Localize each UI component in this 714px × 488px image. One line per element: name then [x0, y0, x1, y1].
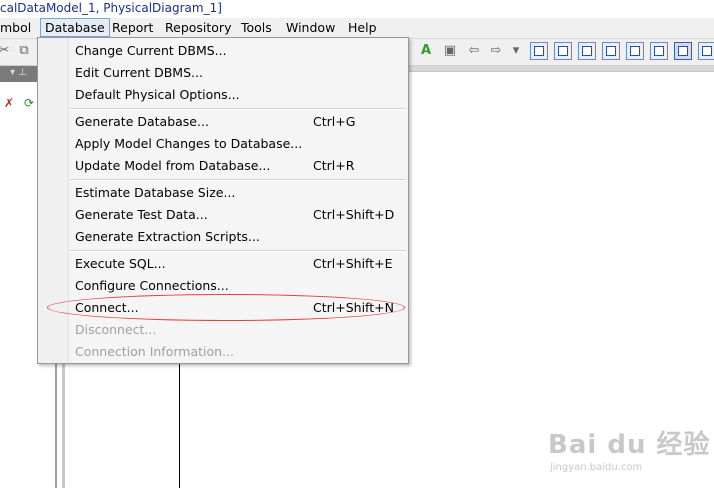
text-style-icon[interactable]: A — [418, 43, 434, 59]
menu-item-estimate-size[interactable]: Estimate Database Size... — [75, 182, 405, 204]
copy-icon[interactable]: ⧉ — [16, 43, 32, 59]
diagram-tab-strip — [409, 66, 714, 72]
menu-item-default-physical-options[interactable]: Default Physical Options... — [75, 84, 405, 106]
menu-item-change-dbms[interactable]: Change Current DBMS... — [75, 40, 405, 62]
menu-repository[interactable]: Repository — [161, 19, 235, 36]
view-tool-icon[interactable] — [554, 42, 572, 60]
watermark-url: jingyan.baidu.com — [550, 462, 643, 473]
image-icon[interactable]: ▣ — [442, 43, 458, 59]
note-tool-icon[interactable] — [698, 42, 714, 60]
menu-item-label: Configure Connections... — [75, 278, 229, 293]
menu-item-label: Change Current DBMS... — [75, 43, 227, 58]
dropdown-icon[interactable]: ▾ — [508, 43, 524, 59]
menu-bar: mbol Database Report Repository Tools Wi… — [0, 18, 714, 39]
browser-panel-header: ▾ ⊥ — [0, 66, 40, 82]
menu-item-label: Connection Information... — [75, 344, 234, 359]
menu-item-label: Default Physical Options... — [75, 87, 240, 102]
table-tool-icon[interactable] — [530, 42, 548, 60]
window-title-bar: calDataModel_1, PhysicalDiagram_1] — [0, 0, 714, 18]
menu-item-apply-model-changes[interactable]: Apply Model Changes to Database... — [75, 133, 405, 155]
menu-item-label: Generate Extraction Scripts... — [75, 229, 260, 244]
menu-help[interactable]: Help — [344, 19, 381, 36]
arrow-left-icon[interactable]: ⇦ — [466, 43, 482, 59]
menu-item-shortcut: Ctrl+Shift+N — [313, 300, 394, 315]
menu-item-update-model[interactable]: Update Model from Database... Ctrl+R — [75, 155, 405, 177]
browser-panel-border — [55, 364, 57, 488]
menu-database[interactable]: Database — [40, 18, 110, 37]
watermark-brand: Bai du 经验 — [548, 430, 711, 460]
menu-item-generate-database[interactable]: Generate Database... Ctrl+G — [75, 111, 405, 133]
menu-item-disconnect: Disconnect... — [75, 319, 405, 341]
reference-tool-icon[interactable] — [602, 42, 620, 60]
menu-item-connection-information: Connection Information... — [75, 341, 405, 363]
link-tool-icon[interactable] — [650, 42, 668, 60]
menu-item-label: Update Model from Database... — [75, 158, 271, 173]
delete-icon[interactable]: ✗ — [4, 96, 14, 110]
menu-separator — [70, 179, 406, 181]
window-title: calDataModel_1, PhysicalDiagram_1] — [0, 1, 222, 15]
menu-item-configure-connections[interactable]: Configure Connections... — [75, 275, 405, 297]
menu-item-connect[interactable]: Connect... Ctrl+Shift+N — [75, 297, 405, 319]
menu-item-edit-dbms[interactable]: Edit Current DBMS... — [75, 62, 405, 84]
package-tool-icon[interactable] — [626, 42, 644, 60]
menu-symbol[interactable]: mbol — [0, 19, 35, 36]
menu-separator — [70, 250, 406, 252]
menu-item-execute-sql[interactable]: Execute SQL... Ctrl+Shift+E — [75, 253, 405, 275]
canvas-edge — [179, 364, 180, 488]
menu-item-generate-test-data[interactable]: Generate Test Data... Ctrl+Shift+D — [75, 204, 405, 226]
menu-item-shortcut: Ctrl+Shift+D — [313, 207, 395, 222]
menu-item-generate-extraction-scripts[interactable]: Generate Extraction Scripts... — [75, 226, 405, 248]
menu-separator — [70, 108, 406, 110]
menu-item-label: Disconnect... — [75, 322, 157, 337]
menu-item-shortcut: Ctrl+R — [313, 158, 355, 173]
menu-item-shortcut: Ctrl+Shift+E — [313, 256, 393, 271]
baidu-watermark: Bai du 经验 jingyan.baidu.com — [548, 420, 714, 488]
cut-icon[interactable]: ✂ — [0, 43, 12, 59]
menu-icon-gutter — [38, 38, 69, 363]
refresh-icon[interactable]: ⟳ — [24, 96, 34, 110]
menu-item-shortcut: Ctrl+G — [313, 114, 356, 129]
menu-item-label: Edit Current DBMS... — [75, 65, 203, 80]
arrow-right-icon[interactable]: ⇨ — [488, 43, 504, 59]
browser-panel-toolbar: ✗ ⟳ — [0, 92, 40, 114]
panel-dropdown-icon[interactable]: ▾ ⊥ — [10, 67, 27, 78]
menu-item-label: Estimate Database Size... — [75, 185, 236, 200]
menu-item-label: Connect... — [75, 300, 139, 315]
menu-item-label: Generate Test Data... — [75, 207, 208, 222]
menu-item-label: Apply Model Changes to Database... — [75, 136, 303, 151]
menu-tools[interactable]: Tools — [237, 19, 276, 36]
menu-window[interactable]: Window — [282, 19, 339, 36]
procedure-tool-icon[interactable] — [578, 42, 596, 60]
menu-item-label: Generate Database... — [75, 114, 209, 129]
menu-item-label: Execute SQL... — [75, 256, 166, 271]
database-menu-dropdown: Change Current DBMS... Edit Current DBMS… — [37, 37, 409, 364]
menu-report[interactable]: Report — [108, 19, 157, 36]
zoom-tool-icon[interactable] — [674, 42, 692, 60]
splitter[interactable] — [62, 364, 65, 488]
